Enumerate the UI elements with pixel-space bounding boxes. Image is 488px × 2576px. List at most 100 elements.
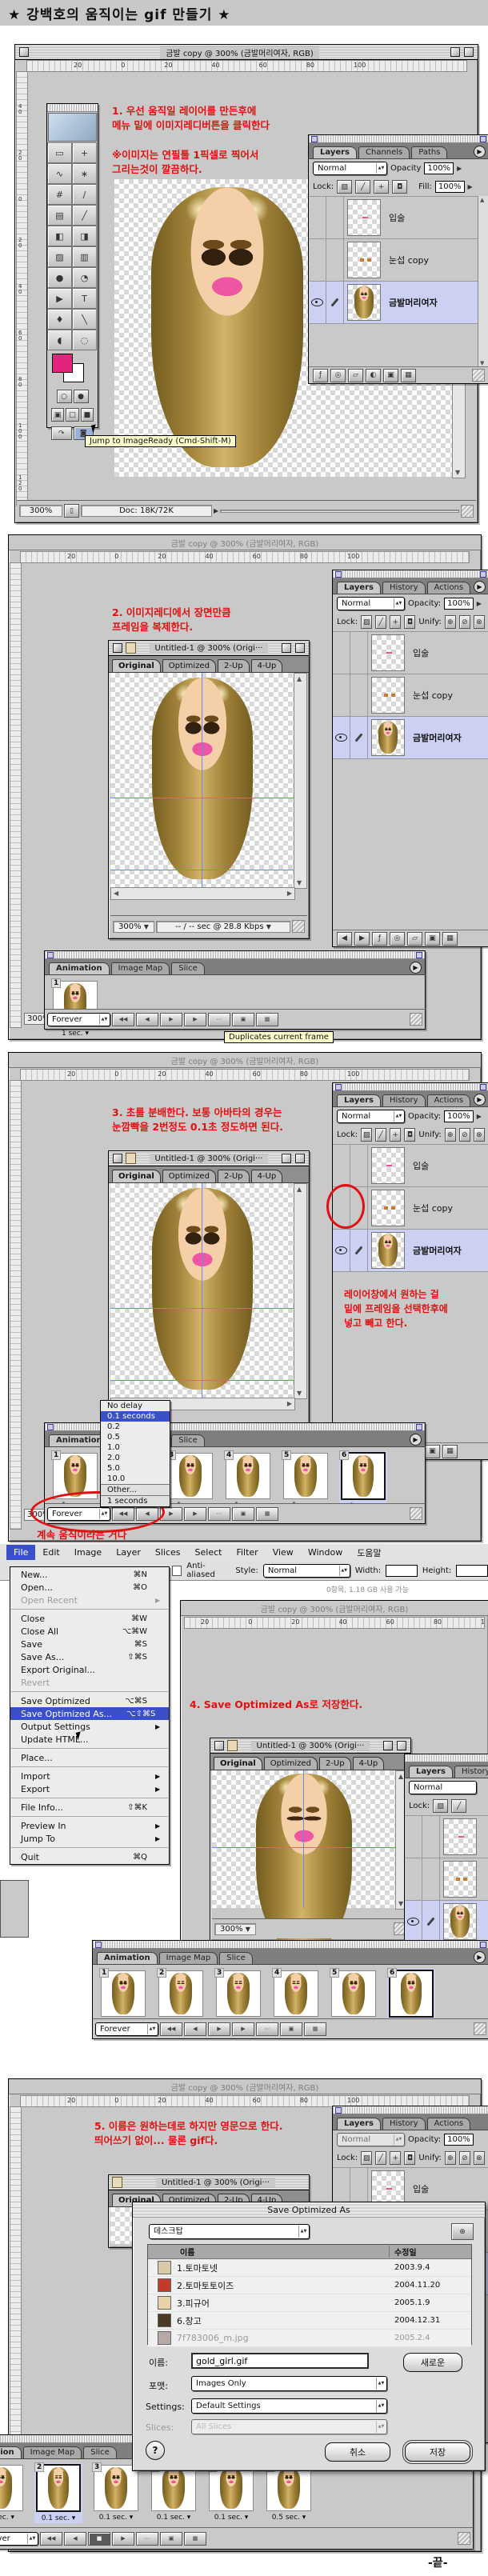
layer-visibility-toggle[interactable] <box>405 1858 422 1900</box>
blend-mode-select[interactable]: Normal▲▼ <box>337 2133 405 2146</box>
layer-row[interactable]: 눈섭 copy <box>309 239 488 282</box>
layer-row[interactable]: 금발머리여자 <box>333 717 488 759</box>
layer-name[interactable]: 금발머리여자 <box>408 731 462 744</box>
tab-optimized[interactable]: Optimized <box>264 1757 318 1770</box>
tab-original[interactable]: Original <box>214 1757 262 1770</box>
layer-visibility-toggle[interactable] <box>333 632 350 674</box>
unify-visibility-icon[interactable]: ⊘ <box>459 2151 470 2165</box>
doc-titlebar[interactable]: Untitled-1 @ 300% (Origi··· <box>109 1151 309 1166</box>
window-titlebar-inactive[interactable]: 금발 copy @ 300% (금발머리여자, RGB) <box>9 535 481 550</box>
blend-mode-select[interactable]: Normal <box>409 1781 477 1794</box>
layer-link-cell[interactable] <box>326 282 344 323</box>
anti-aliased-checkbox[interactable] <box>172 1566 182 1576</box>
tab-layers[interactable]: Layers <box>409 1766 453 1778</box>
delay-menu-item[interactable]: 0.1 seconds <box>101 1411 170 1422</box>
tab-4up[interactable]: 4-Up <box>353 1757 385 1770</box>
animation-frame[interactable]: 4 0.1 sec. ▾ <box>150 2463 198 2522</box>
lock-position-icon[interactable]: + <box>390 615 401 629</box>
layer-name[interactable]: 눈섭 copy <box>408 1202 453 1214</box>
menu-bar-item[interactable]: Image <box>67 1545 109 1560</box>
window-titlebar[interactable]: 금발 copy @ 300% (금발머리여자, RGB) <box>15 45 478 60</box>
layer-style-icon[interactable]: ƒ <box>372 932 387 946</box>
duplicate-frame-icon[interactable]: ▣ <box>232 1013 254 1026</box>
adobe-logo[interactable] <box>48 113 97 142</box>
unify-visibility-icon[interactable]: ⊘ <box>459 1128 470 1142</box>
palette-collapse-icon[interactable] <box>480 136 486 142</box>
layer-link-cell[interactable] <box>326 239 344 281</box>
layer-link-cell[interactable] <box>350 674 368 716</box>
tab-4up[interactable]: 4-Up <box>251 659 283 672</box>
step-forward-icon[interactable]: ▶ <box>112 2532 134 2546</box>
tab-history[interactable]: History <box>382 582 426 594</box>
opacity-slider-icon[interactable]: ▶ <box>477 1113 482 1120</box>
step-forward-icon[interactable]: ▶ <box>184 1013 206 1026</box>
tab-layers[interactable]: Layers <box>313 146 357 158</box>
delay-menu-item[interactable]: 0.2 <box>101 1422 170 1432</box>
doc-titlebar[interactable]: Untitled-1 @ 300% (Origi··· <box>210 1738 410 1754</box>
menu-item[interactable]: Place... <box>10 1751 169 1764</box>
tween-icon[interactable]: ⋯ <box>208 1507 230 1521</box>
delay-menu-item[interactable]: 10.0 <box>101 1474 170 1484</box>
layer-group-icon[interactable]: ▱ <box>407 932 422 946</box>
palette-close-icon[interactable] <box>335 571 342 578</box>
menu-bar-item[interactable]: Layer <box>109 1545 148 1560</box>
style-select[interactable]: Normal▲▼ <box>263 1564 350 1578</box>
frame-thumbnail[interactable] <box>0 2465 23 2511</box>
layer-style-icon[interactable]: ƒ <box>313 369 328 382</box>
palette-menu-icon[interactable]: ▶ <box>474 146 486 158</box>
unify-style-icon[interactable]: ⊗ <box>474 1128 485 1142</box>
cancel-button[interactable]: 취소 <box>325 2442 390 2462</box>
layer-name[interactable]: 입술 <box>408 646 429 659</box>
lock-position-icon[interactable]: + <box>390 2151 401 2165</box>
lock-all-icon[interactable]: ◘ <box>404 2151 415 2165</box>
palette-drag-bar[interactable] <box>333 1083 488 1091</box>
layer-mask-icon[interactable]: ◎ <box>390 932 405 946</box>
frame-delay-dropdown[interactable]: 0.1 sec. ▾ <box>34 2514 82 2523</box>
trash-icon[interactable]: ▦ <box>442 932 458 946</box>
tab-channels[interactable]: Channels <box>358 146 410 158</box>
gradient-tool[interactable]: ▥ <box>72 246 97 267</box>
zoom-tool[interactable]: ◌ <box>72 330 97 350</box>
palette-close-icon[interactable] <box>335 2107 342 2114</box>
tab-image-map[interactable]: Image Map <box>23 2446 82 2458</box>
duplicate-frame-icon[interactable]: ▣ <box>232 1507 254 1521</box>
tab-layers[interactable]: Layers <box>337 1094 381 1106</box>
play-icon[interactable]: ▶ <box>208 2022 230 2036</box>
standard-mode-icon[interactable]: ○ <box>57 390 72 403</box>
loop-select[interactable]: Forever▲▼ <box>47 1013 110 1026</box>
menu-item[interactable]: Output Settings▶ <box>10 1720 169 1733</box>
height-field[interactable] <box>456 1565 488 1577</box>
menu-bar-item[interactable]: Edit <box>35 1545 66 1560</box>
delay-menu-item[interactable]: 2.0 <box>101 1453 170 1463</box>
tab-optimized[interactable]: Optimized <box>162 659 216 672</box>
rewind-icon[interactable]: ◀◀ <box>112 1013 134 1026</box>
quick-mask-mode-icon[interactable]: ● <box>74 390 89 403</box>
palette-scrollbar[interactable] <box>478 196 488 367</box>
lock-transparency-icon[interactable]: ▨ <box>337 180 352 194</box>
zoom-level[interactable]: 300% <box>19 505 62 517</box>
vertical-scrollbar[interactable] <box>294 1183 307 1399</box>
trash-icon[interactable]: ▦ <box>304 2022 326 2036</box>
menu-bar-item[interactable]: Select <box>188 1545 230 1560</box>
layer-name[interactable]: 눈섭 copy <box>408 689 453 702</box>
resize-grip[interactable] <box>461 505 474 518</box>
animation-frame[interactable]: 5 0.1 sec. ▾ <box>207 2463 255 2522</box>
frame-delay-dropdown[interactable]: 1 sec. ▾ <box>0 2513 25 2522</box>
new-layer-icon[interactable]: ▣ <box>425 932 440 946</box>
layer-name[interactable]: 입술 <box>384 211 405 224</box>
lock-all-icon[interactable]: ◘ <box>404 615 415 629</box>
file-list-header[interactable]: 이름 수정일 <box>148 2245 471 2259</box>
layer-link-cell[interactable] <box>422 1858 440 1900</box>
menu-item[interactable]: Save Optimized⌥⌘S <box>10 1694 169 1707</box>
layer-visibility-toggle[interactable] <box>309 282 326 323</box>
zoom-box-icon[interactable] <box>383 1741 393 1750</box>
menu-item[interactable] <box>10 1689 169 1694</box>
delay-menu-item[interactable]: 1.0 <box>101 1442 170 1453</box>
menu-item[interactable]: Close⌘W <box>10 1612 169 1625</box>
tab-animation[interactable]: Animation <box>49 962 110 974</box>
rewind-icon[interactable]: ◀◀ <box>40 2532 62 2546</box>
slice-tool[interactable]: ∕ <box>72 184 97 205</box>
zoom-select[interactable]: 300% ▼ <box>214 1923 256 1935</box>
opacity-value[interactable]: 100% <box>444 598 474 610</box>
tab-layers[interactable]: Layers <box>337 582 381 594</box>
